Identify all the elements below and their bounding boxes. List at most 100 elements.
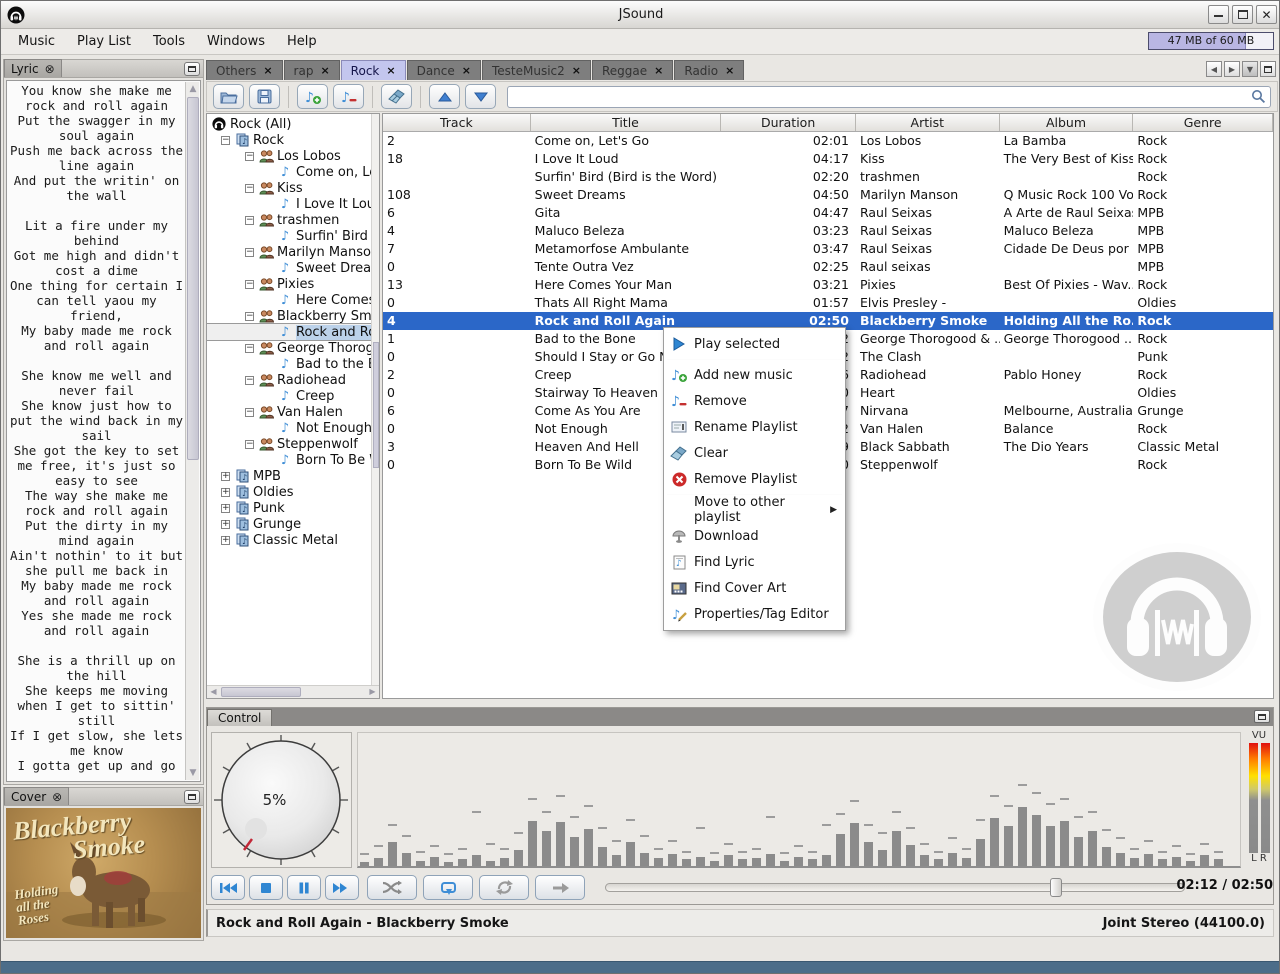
table-row[interactable]: 7Metamorfose Ambulante03:47Raul SeixasCi… <box>383 240 1273 258</box>
loop-button[interactable] <box>423 875 473 900</box>
tree-song[interactable]: ♪I Love It Loud <box>207 196 371 212</box>
tab-close-icon[interactable]: × <box>654 64 663 77</box>
context-menu-item-find-lyric[interactable]: ♪Find Lyric <box>664 549 845 575</box>
context-menu-item-clear[interactable]: Clear <box>664 440 845 466</box>
playlist-tab-dance[interactable]: Dance× <box>407 60 481 80</box>
tab-list-dropdown-icon[interactable]: ▼ <box>1242 61 1258 77</box>
tree-toggle-icon[interactable]: + <box>221 488 230 497</box>
control-tab[interactable]: Control <box>207 709 272 726</box>
lyric-minimize-button[interactable] <box>184 62 200 76</box>
tree-artist[interactable]: −Van Halen <box>207 404 371 420</box>
tree-toggle-icon[interactable]: − <box>245 376 254 385</box>
table-row[interactable]: Surfin' Bird (Bird is the Word)02:20tras… <box>383 168 1273 186</box>
seek-bar[interactable] <box>605 880 1185 895</box>
column-header-artist[interactable]: Artist <box>856 114 1000 131</box>
context-menu-item-add-new-music[interactable]: ♪Add new music <box>664 362 845 388</box>
lyric-close-icon[interactable]: ⊗ <box>45 62 55 76</box>
memory-monitor[interactable]: 47 MB of 60 MB <box>1148 32 1274 50</box>
remove-music-button[interactable]: ♪ <box>333 84 364 109</box>
open-folder-button[interactable] <box>213 84 244 109</box>
context-menu-item-play-selected[interactable]: Play selected <box>664 331 845 357</box>
pause-button[interactable] <box>287 875 321 900</box>
maximize-view-icon[interactable] <box>1260 61 1276 77</box>
column-header-title[interactable]: Title <box>531 114 722 131</box>
tree-root[interactable]: Rock (All) <box>207 116 371 132</box>
close-button[interactable]: ✕ <box>1256 5 1277 24</box>
tree-artist[interactable]: −trashmen <box>207 212 371 228</box>
tree-toggle-icon[interactable]: − <box>245 248 254 257</box>
scroll-left-icon[interactable]: ◀ <box>207 686 220 698</box>
menu-tools[interactable]: Tools <box>142 30 196 53</box>
context-menu-item-find-cover-art[interactable]: Find Cover Art <box>664 575 845 601</box>
stop-button[interactable] <box>249 875 283 900</box>
add-music-button[interactable]: ♪ <box>297 84 328 109</box>
table-row[interactable]: 0Thats All Right Mama01:57Elvis Presley … <box>383 294 1273 312</box>
tree-song[interactable]: ♪Not Enough <box>207 420 371 436</box>
cover-minimize-button[interactable] <box>184 790 200 804</box>
menu-windows[interactable]: Windows <box>196 30 276 53</box>
tree-toggle-icon[interactable]: + <box>221 520 230 529</box>
table-row[interactable]: 6Gita04:47Raul SeixasA Arte de Raul Seix… <box>383 204 1273 222</box>
tree-horizontal-scrollbar[interactable]: ◀ ▶ <box>207 685 379 698</box>
continue-button[interactable] <box>535 875 585 900</box>
move-up-button[interactable] <box>429 84 460 109</box>
scrollbar-thumb[interactable] <box>221 687 301 697</box>
table-row[interactable]: 108Sweet Dreams04:50Marilyn MansonQ Musi… <box>383 186 1273 204</box>
tree-toggle-icon[interactable]: − <box>245 408 254 417</box>
tree-toggle-icon[interactable]: + <box>221 472 230 481</box>
move-down-button[interactable] <box>465 84 496 109</box>
context-menu-item-move-to-other-playlist[interactable]: Move to other playlist▶ <box>664 497 845 523</box>
scroll-up-icon[interactable]: ▲ <box>186 82 200 96</box>
tree-song[interactable]: ♪Creep <box>207 388 371 404</box>
menu-music[interactable]: Music <box>7 30 66 53</box>
table-row[interactable]: 18I Love It Loud04:17KissThe Very Best o… <box>383 150 1273 168</box>
tree-artist[interactable]: −Radiohead <box>207 372 371 388</box>
cover-close-icon[interactable]: ⊗ <box>52 790 62 804</box>
tree-playlist-oldies[interactable]: +♪Oldies <box>207 484 371 500</box>
table-row[interactable]: 4Maluco Beleza03:23Raul SeixasMaluco Bel… <box>383 222 1273 240</box>
table-row[interactable]: 13Here Comes Your Man03:21PixiesBest Of … <box>383 276 1273 294</box>
tree-song[interactable]: ♪Bad to the Bone <box>207 356 371 372</box>
tree-playlist-punk[interactable]: +♪Punk <box>207 500 371 516</box>
clear-playlist-button[interactable] <box>381 84 412 109</box>
tree-playlist-classic-metal[interactable]: +♪Classic Metal <box>207 532 371 548</box>
playlist-tab-rock[interactable]: Rock× <box>341 60 406 80</box>
playlist-tab-testemusic2[interactable]: TesteMusic2× <box>482 60 591 80</box>
lyric-tab[interactable]: Lyric ⊗ <box>4 59 62 77</box>
tree-artist[interactable]: −Kiss <box>207 180 371 196</box>
minimize-button[interactable] <box>1208 5 1229 24</box>
scroll-right-icon[interactable]: ▶ <box>366 686 379 698</box>
tree-artist[interactable]: −Marilyn Manson <box>207 244 371 260</box>
previous-button[interactable] <box>211 875 245 900</box>
tree-toggle-icon[interactable]: − <box>245 152 254 161</box>
tree-toggle-icon[interactable]: − <box>245 216 254 225</box>
tree-toggle-icon[interactable]: + <box>221 504 230 513</box>
tree-song[interactable]: ♪Rock and Roll Again <box>207 324 371 340</box>
playlist-tab-rap[interactable]: rap× <box>284 60 340 80</box>
tree-song[interactable]: ♪Come on, Let's Go <box>207 164 371 180</box>
column-header-track[interactable]: Track <box>383 114 531 131</box>
tree-song[interactable]: ♪Born To Be Wild <box>207 452 371 468</box>
playlist-tab-radio[interactable]: Radio× <box>674 60 744 80</box>
playlist-tab-reggae[interactable]: Reggae× <box>592 60 673 80</box>
tree-song[interactable]: ♪Surfin' Bird <box>207 228 371 244</box>
tab-close-icon[interactable]: × <box>263 64 272 77</box>
column-header-duration[interactable]: Duration <box>721 114 856 131</box>
tree-artist[interactable]: −Blackberry Smoke <box>207 308 371 324</box>
scrollbar-thumb[interactable] <box>373 342 379 468</box>
tab-close-icon[interactable]: × <box>462 64 471 77</box>
tab-close-icon[interactable]: × <box>572 64 581 77</box>
cover-tab[interactable]: Cover ⊗ <box>4 787 69 805</box>
search-input[interactable] <box>507 86 1271 108</box>
context-menu-item-remove-playlist[interactable]: Remove Playlist <box>664 466 845 492</box>
tree-artist[interactable]: −George Thorogood <box>207 340 371 356</box>
next-button[interactable] <box>325 875 359 900</box>
tree-toggle-icon[interactable]: − <box>245 344 254 353</box>
scroll-right-icon[interactable]: ▶ <box>1224 61 1240 77</box>
seek-track[interactable] <box>605 883 1185 892</box>
column-header-album[interactable]: Album <box>1000 114 1134 131</box>
tree-vertical-scrollbar[interactable] <box>371 114 379 685</box>
context-menu-item-properties-tag-editor[interactable]: ♪Properties/Tag Editor <box>664 601 845 627</box>
maximize-button[interactable] <box>1232 5 1253 24</box>
tree-toggle-icon[interactable]: − <box>245 440 254 449</box>
